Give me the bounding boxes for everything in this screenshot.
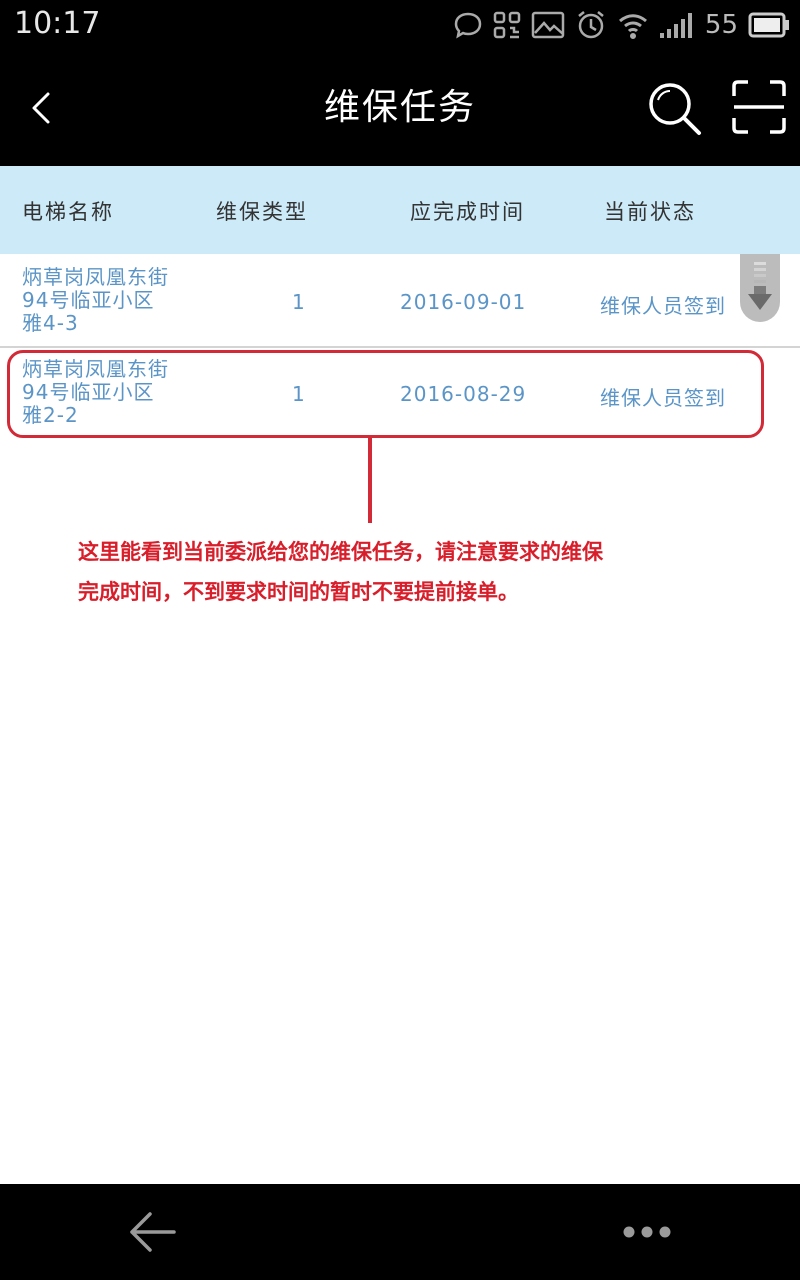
image-icon (531, 11, 565, 39)
scan-icon[interactable] (732, 80, 786, 134)
status-icons: 55 (453, 6, 790, 44)
title-bar: 维保任务 (0, 50, 800, 166)
annotation-line: 完成时间，不到要求时间的暂时不要提前接单。 (78, 580, 519, 604)
status-bar: 10:17 55 (0, 0, 800, 50)
annotation-highlight-box (7, 350, 764, 438)
battery-icon (748, 12, 790, 38)
signal-icon (659, 11, 695, 39)
annotation-text: 这里能看到当前委派给您的维保任务，请注意要求的维保 完成时间，不到要求时间的暂时… (78, 532, 718, 612)
status-time: 10:17 (14, 6, 101, 41)
name-line: 94号临亚小区 (22, 288, 155, 312)
chat-icon (453, 10, 483, 40)
table-header: 电梯名称 维保类型 应完成时间 当前状态 (0, 166, 800, 254)
due-date: 2016-09-01 (400, 290, 527, 314)
name-line: 雅4-3 (22, 311, 79, 335)
name-line: 炳草岗凤凰东街 (22, 265, 169, 289)
alarm-icon (575, 9, 607, 41)
column-elevator-name: 电梯名称 (22, 200, 114, 224)
status-text: 维保人员签到 (600, 294, 726, 318)
search-icon[interactable] (646, 80, 704, 138)
maintenance-type: 1 (292, 290, 305, 314)
column-current-status: 当前状态 (604, 200, 696, 224)
annotation-line: 这里能看到当前委派给您的维保任务，请注意要求的维保 (78, 540, 603, 564)
qr-icon (493, 11, 521, 39)
pull-refresh-handle[interactable] (740, 254, 780, 322)
battery-level: 55 (704, 10, 738, 40)
elevator-name: 炳草岗凤凰东街 94号临亚小区 雅4-3 (22, 266, 202, 335)
column-due-time: 应完成时间 (410, 200, 525, 224)
annotation-connector (368, 435, 372, 523)
bottom-nav-bar (0, 1184, 800, 1280)
table-row[interactable]: 炳草岗凤凰东街 94号临亚小区 雅4-3 1 2016-09-01 维保人员签到 (0, 254, 800, 348)
column-maintenance-type: 维保类型 (216, 200, 308, 224)
more-icon[interactable] (622, 1224, 672, 1238)
nav-back-icon[interactable] (128, 1210, 176, 1254)
wifi-icon (617, 11, 649, 39)
